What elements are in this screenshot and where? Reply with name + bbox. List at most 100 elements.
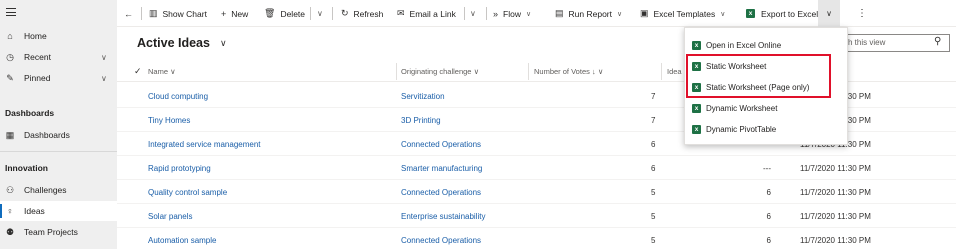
excel-icon: x (746, 9, 755, 18)
delete-label: Delete (280, 8, 306, 19)
idea-icon: ♀ (6, 206, 14, 216)
page-title: Active Ideas (137, 36, 210, 50)
excel-templates-button[interactable]: ▣ Excel Templates ∨ (640, 0, 725, 27)
column-header-label: Name (148, 67, 169, 76)
toolbar-separator (464, 7, 465, 20)
sidebar-item-ideas[interactable]: ♀ Ideas (0, 201, 117, 221)
column-header-votes[interactable]: Number of Votes ↓ ∨ (534, 67, 603, 76)
new-button[interactable]: + New (221, 0, 248, 27)
sidebar-section-innovation: Innovation (5, 163, 48, 173)
sidebar-divider (0, 151, 117, 152)
chevron-down-icon: ∨ (616, 10, 623, 18)
pin-icon: ✎ (6, 72, 14, 83)
new-label: New (231, 8, 249, 19)
run-report-button[interactable]: ▤ Run Report ∨ (555, 0, 622, 27)
refresh-label: Refresh (353, 8, 384, 19)
idea-name-link[interactable]: Rapid prototyping (148, 164, 211, 173)
mail-icon: ✉ (397, 8, 405, 18)
menu-item-open-excel-online[interactable]: x Open in Excel Online (685, 35, 849, 55)
sidebar-item-pinned[interactable]: ✎ Pinned ∨ (0, 68, 117, 88)
chevron-down-icon[interactable]: ∨ (220, 38, 227, 49)
sidebar-item-dashboards[interactable]: ▦ Dashboards (0, 125, 117, 145)
delete-button[interactable]: 🗑 Delete (264, 0, 305, 27)
home-icon: ⌂ (7, 31, 13, 41)
column-header-challenge[interactable]: Originating challenge ∨ (401, 67, 479, 76)
challenge-link[interactable]: Smarter manufacturing (401, 164, 482, 173)
sort-down-icon: ↓ (591, 67, 596, 76)
sidebar-item-recent[interactable]: ◷ Recent ∨ (0, 47, 117, 67)
idea-name-link[interactable]: Solar panels (148, 212, 192, 221)
plus-icon: + (221, 8, 227, 19)
idea-name-link[interactable]: Tiny Homes (148, 116, 190, 125)
column-header-name[interactable]: Name ∨ (148, 67, 176, 76)
sidebar-item-label: Challenges (24, 185, 67, 195)
extra-value: 6 (766, 236, 771, 245)
highlight-annotation-box (686, 54, 831, 98)
votes-value: 5 (651, 236, 656, 245)
search-placeholder: ch this view (844, 38, 886, 47)
chevron-down-icon: ∨ (826, 9, 832, 18)
table-row[interactable]: Rapid prototyping Smarter manufacturing … (117, 156, 956, 180)
challenges-icon: ⚇ (5, 184, 15, 195)
sidebar-section-dashboards: Dashboards (5, 108, 55, 118)
email-link-button[interactable]: ✉ Email a Link (397, 0, 456, 27)
export-excel-button[interactable]: x Export to Excel (746, 0, 818, 27)
sidebar-item-home[interactable]: ⌂ Home (0, 26, 117, 46)
report-icon: ▤ (555, 8, 564, 18)
extra-value: 6 (766, 188, 771, 197)
column-header-label: Originating challenge (401, 67, 472, 76)
show-chart-label: Show Chart (162, 8, 207, 19)
sidebar-item-label: Ideas (24, 206, 45, 216)
menu-item-dynamic-worksheet[interactable]: x Dynamic Worksheet (685, 98, 849, 118)
refresh-icon: ↻ (341, 8, 349, 18)
idea-name-link[interactable]: Automation sample (148, 236, 216, 245)
idea-name-link[interactable]: Integrated service management (148, 140, 261, 149)
challenge-link[interactable]: 3D Printing (401, 116, 441, 125)
sidebar-item-label: Recent (24, 52, 51, 62)
chevron-down-icon: ∨ (470, 9, 476, 18)
delete-more-button[interactable]: ∨ (317, 0, 323, 27)
excel-icon: x (692, 124, 701, 134)
table-row[interactable]: Quality control sample Connected Operati… (117, 180, 956, 204)
challenge-link[interactable]: Connected Operations (401, 188, 481, 197)
challenge-link[interactable]: Connected Operations (401, 236, 481, 245)
challenge-link[interactable]: Connected Operations (401, 140, 481, 149)
extra-value: --- (763, 164, 771, 173)
show-chart-button[interactable]: ▥ Show Chart (149, 0, 207, 27)
challenge-link[interactable]: Enterprise sustainability (401, 212, 485, 221)
refresh-button[interactable]: ↻ Refresh (341, 0, 383, 27)
email-more-button[interactable]: ∨ (470, 0, 476, 27)
chart-icon: ▥ (149, 8, 158, 18)
table-row[interactable]: Solar panels Enterprise sustainability 5… (117, 204, 956, 228)
team-icon: ⚉ (5, 226, 15, 237)
challenge-link[interactable]: Servitization (401, 92, 445, 101)
chevron-down-icon[interactable]: ∨ (101, 74, 107, 83)
column-separator[interactable] (528, 63, 529, 80)
clock-icon: ◷ (6, 51, 14, 62)
search-icon[interactable]: ⚲ (934, 36, 941, 47)
dashboard-icon: ▦ (5, 129, 15, 140)
chevron-down-icon[interactable]: ∨ (101, 53, 107, 62)
select-all-checkbox[interactable]: ✓ (134, 66, 142, 77)
column-separator[interactable] (661, 63, 662, 80)
votes-value: 5 (651, 188, 656, 197)
excel-icon: x (692, 103, 701, 113)
table-row[interactable]: Automation sample Connected Operations 5… (117, 228, 956, 249)
idea-name-link[interactable]: Cloud computing (148, 92, 208, 101)
hamburger-menu-icon[interactable] (6, 8, 16, 16)
flow-button[interactable]: » Flow ∨ (493, 0, 531, 27)
export-excel-dropdown-button[interactable]: ∨ (818, 0, 840, 27)
menu-item-label: Dynamic PivotTable (706, 124, 777, 134)
votes-value: 6 (651, 164, 656, 173)
sidebar-item-team-projects[interactable]: ⚉ Team Projects (0, 222, 117, 242)
sidebar-item-challenges[interactable]: ⚇ Challenges (0, 180, 117, 200)
date-value: 11/7/2020 11:30 PM (800, 212, 871, 221)
more-commands-button[interactable]: ⋮ (857, 0, 867, 27)
back-button[interactable]: ← (124, 0, 138, 27)
menu-item-dynamic-pivottable[interactable]: x Dynamic PivotTable (685, 119, 849, 139)
idea-name-link[interactable]: Quality control sample (148, 188, 227, 197)
column-separator[interactable] (396, 63, 397, 80)
excel-templates-label: Excel Templates (653, 8, 716, 19)
menu-item-label: Open in Excel Online (706, 40, 782, 50)
votes-value: 7 (651, 116, 656, 125)
